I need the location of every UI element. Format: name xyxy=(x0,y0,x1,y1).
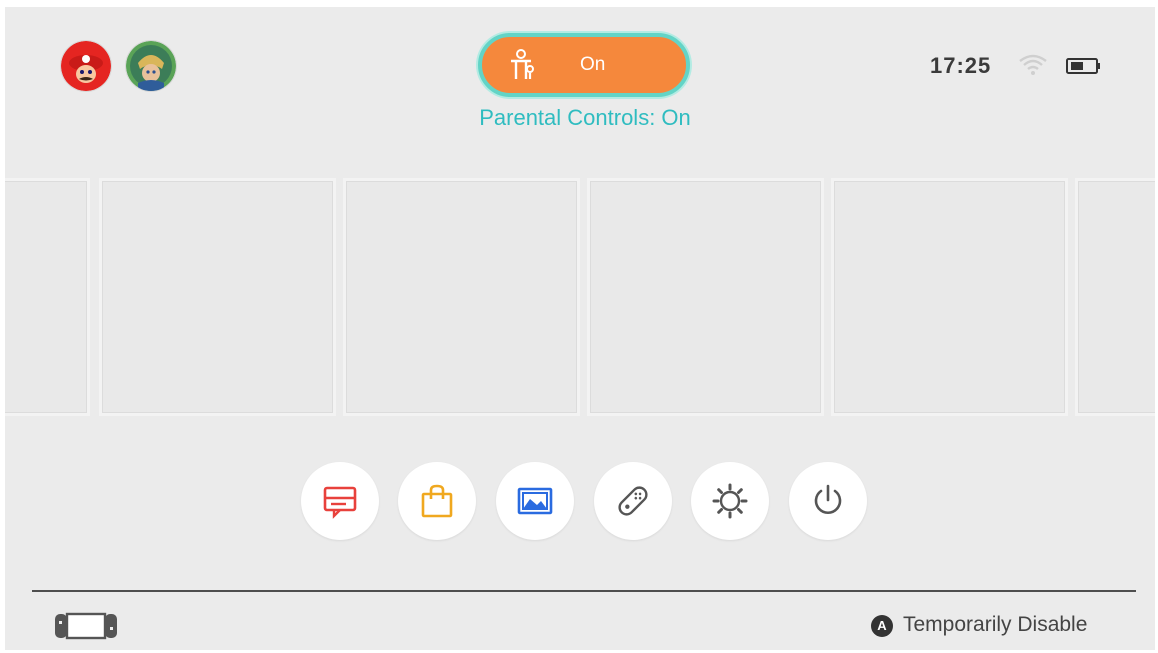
power-button[interactable] xyxy=(789,462,867,540)
gear-icon xyxy=(712,483,748,519)
link-avatar-icon[interactable] xyxy=(126,41,176,91)
a-button-icon: A xyxy=(871,615,893,637)
news-icon xyxy=(323,486,357,519)
game-tile[interactable] xyxy=(102,181,333,413)
parental-controls-state: On xyxy=(580,54,606,75)
wifi-icon xyxy=(1019,54,1047,75)
parental-controls-label: Parental Controls: On xyxy=(479,105,691,130)
battery-icon xyxy=(1066,58,1100,74)
clock: 17:25 xyxy=(930,53,992,78)
joycon-icon xyxy=(618,486,648,516)
home-screen: On Parental Controls: On 17:25 A Tempora… xyxy=(5,7,1155,650)
settings-button[interactable] xyxy=(691,462,769,540)
album-icon xyxy=(517,487,553,515)
game-tile[interactable] xyxy=(590,181,821,413)
eshop-button[interactable] xyxy=(398,462,476,540)
shopping-bag-icon xyxy=(421,484,453,518)
news-button[interactable] xyxy=(301,462,379,540)
game-tile[interactable] xyxy=(834,181,1065,413)
mario-avatar-icon[interactable] xyxy=(61,41,111,91)
game-tile[interactable] xyxy=(5,181,87,413)
temporarily-disable-label[interactable]: Temporarily Disable xyxy=(903,613,1087,637)
album-button[interactable] xyxy=(496,462,574,540)
game-tile[interactable] xyxy=(346,181,577,413)
power-icon xyxy=(814,484,842,514)
footer-divider xyxy=(32,590,1136,592)
game-tile[interactable] xyxy=(1078,181,1155,413)
switch-console-icon xyxy=(55,612,117,640)
parental-controls-icon xyxy=(511,49,534,79)
parental-controls-toggle[interactable]: On xyxy=(478,33,690,97)
controllers-button[interactable] xyxy=(594,462,672,540)
